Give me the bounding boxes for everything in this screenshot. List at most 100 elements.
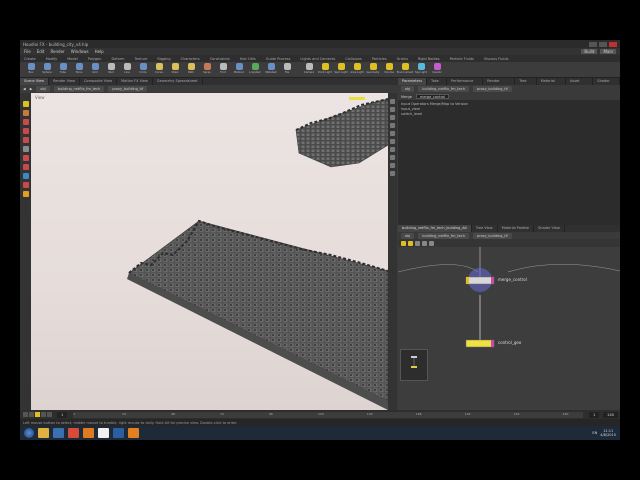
minimize-button[interactable] <box>589 41 597 47</box>
merge-node[interactable] <box>465 276 495 285</box>
net-tool-2-icon[interactable] <box>408 240 413 246</box>
end-frame-field[interactable]: 240 <box>603 411 618 418</box>
scale-tool-icon[interactable] <box>22 128 29 134</box>
shelf-tool-14[interactable]: L-System <box>248 62 262 77</box>
net-tool-3-icon[interactable] <box>415 240 420 246</box>
shelf-tool-5[interactable]: Null <box>104 62 118 77</box>
close-button[interactable] <box>609 41 617 47</box>
net-crumb-obj[interactable]: obj <box>401 232 415 239</box>
houdini-icon[interactable] <box>98 428 109 438</box>
shelf-tool-11[interactable]: Spray <box>200 62 214 77</box>
crumb-obj[interactable]: obj <box>36 86 50 92</box>
pane-tab[interactable]: Material Palette <box>537 78 566 90</box>
shelf-tab[interactable]: Viscous Fluids <box>484 57 509 61</box>
display-opt-4-icon[interactable] <box>390 123 395 128</box>
start-button[interactable] <box>24 428 34 438</box>
shelf-tool-20[interactable]: Area Light <box>350 62 364 77</box>
shelf-tool-3[interactable]: Torus <box>72 62 86 77</box>
pane-tab[interactable]: Tree View <box>515 78 537 90</box>
shelf-tool-13[interactable]: Platonic <box>232 62 246 77</box>
firefox-icon[interactable] <box>83 428 94 438</box>
pane-tab[interactable]: Asset Browser <box>566 78 594 90</box>
snap-tool-icon[interactable] <box>22 164 29 170</box>
shelf-tool-10[interactable]: Path <box>184 62 198 77</box>
shelf-tab[interactable]: Rigid Bodies <box>418 57 440 61</box>
display-opt-3-icon[interactable] <box>390 115 395 120</box>
node-name-field[interactable]: merge_control <box>415 94 450 99</box>
pane-tab[interactable]: Tree View <box>472 225 498 232</box>
display-opt-8-icon[interactable] <box>390 155 395 160</box>
pane-tab[interactable]: Scene View <box>20 78 50 85</box>
shelf-tool-16[interactable]: File <box>280 62 294 77</box>
param-crumb-proxy[interactable]: proxy_building_tif <box>472 86 512 92</box>
shelf-tab[interactable]: Hair Utils <box>240 57 256 61</box>
shelf-tool-17[interactable]: Camera <box>302 62 316 77</box>
move-tool-icon[interactable] <box>22 110 29 116</box>
start-frame-field[interactable]: 1 <box>589 411 600 418</box>
shelf-tool-6[interactable]: Line <box>120 62 134 77</box>
shelf-tool-15[interactable]: Metaball <box>264 62 278 77</box>
net-crumb-proxy[interactable]: proxy_building_tif <box>472 232 512 239</box>
shelf-tool-9[interactable]: Draw <box>168 62 182 77</box>
net-tool-4-icon[interactable] <box>422 240 427 246</box>
shelf-tab[interactable]: Rigging <box>157 57 170 61</box>
menu-edit[interactable]: Edit <box>37 49 45 54</box>
pane-tab[interactable]: Motion FX View <box>117 78 153 85</box>
pane-tab[interactable]: Composite View <box>80 78 118 85</box>
pane-tab[interactable]: Geometry Spreadsheet <box>153 78 203 85</box>
shelf-tool-12[interactable]: Font <box>216 62 230 77</box>
chrome-icon[interactable] <box>68 428 79 438</box>
shelf-tab[interactable]: Texture <box>135 57 148 61</box>
shelf-tab[interactable]: Model <box>67 57 78 61</box>
param-crumb-building[interactable]: building_netflix_fm_tech <box>418 86 469 92</box>
shelf-tab[interactable]: Constraints <box>210 57 230 61</box>
3d-viewport[interactable]: View <box>31 93 388 410</box>
language-indicator[interactable]: EN <box>592 431 597 435</box>
pane-tab[interactable]: Parameters <box>398 78 428 85</box>
display-opt-1-icon[interactable] <box>390 99 395 104</box>
magnet-tool-icon[interactable] <box>22 182 29 188</box>
jump-start-icon[interactable] <box>23 412 28 417</box>
brush-tool-icon[interactable] <box>22 155 29 161</box>
display-opt-10-icon[interactable] <box>390 171 395 176</box>
forward-arrow-icon[interactable]: ▶ <box>30 87 33 91</box>
pane-tab[interactable]: Material Palette <box>498 225 535 232</box>
menu-help[interactable]: Help <box>95 49 104 54</box>
shelf-tool-2[interactable]: Tube <box>56 62 70 77</box>
back-arrow-icon[interactable]: ◀ <box>23 87 26 91</box>
param-crumb-obj[interactable]: obj <box>401 86 415 92</box>
play-icon[interactable] <box>35 412 40 417</box>
pane-tab[interactable]: Performance Monitor <box>447 78 484 90</box>
step-back-icon[interactable] <box>29 412 34 417</box>
crumb-building[interactable]: building_netflix_fm_tech <box>53 86 105 92</box>
shelf-tool-21[interactable]: Geometry <box>366 62 380 77</box>
shelf-tab[interactable]: Create <box>24 57 36 61</box>
display-opt-5-icon[interactable] <box>390 131 395 136</box>
net-tool-1-icon[interactable] <box>401 240 406 246</box>
pane-tab[interactable]: Shader View <box>534 225 565 232</box>
shelf-tool-22[interactable]: Volume <box>382 62 396 77</box>
shelf-tab[interactable]: Collisions <box>345 57 361 61</box>
main-selector[interactable]: Main <box>600 49 616 54</box>
timeline-track[interactable]: 1 24 48 72 96 120 144 168 192 216 240 <box>73 411 584 418</box>
shelf-tab[interactable]: Deform <box>112 57 125 61</box>
pane-tab[interactable]: Render View <box>49 78 80 85</box>
shelf-tab[interactable]: Polygon <box>88 57 102 61</box>
pose-tool-icon[interactable] <box>22 146 29 152</box>
menu-windows[interactable]: Windows <box>71 49 89 54</box>
shelf-tool-7[interactable]: Circle <box>136 62 150 77</box>
shelf-tab[interactable]: Particles <box>372 57 387 61</box>
explorer-icon[interactable] <box>38 428 49 438</box>
network-editor[interactable]: merge_control control_geo <box>398 239 620 410</box>
clock[interactable]: 11:11 4/8/2015 <box>600 429 616 437</box>
rotate-tool-icon[interactable] <box>22 119 29 125</box>
jump-end-icon[interactable] <box>47 412 52 417</box>
crumb-proxy[interactable]: proxy_building_tif <box>108 86 148 92</box>
shelf-tab[interactable]: Characters <box>181 57 200 61</box>
menu-file[interactable]: File <box>24 49 31 54</box>
net-tool-5-icon[interactable] <box>429 240 434 246</box>
shelf-tool-23[interactable]: Environment <box>397 62 413 77</box>
maximize-button[interactable] <box>599 41 607 47</box>
shelf-tab[interactable]: Particle Fluids <box>450 57 474 61</box>
menu-render[interactable]: Render <box>50 49 64 54</box>
